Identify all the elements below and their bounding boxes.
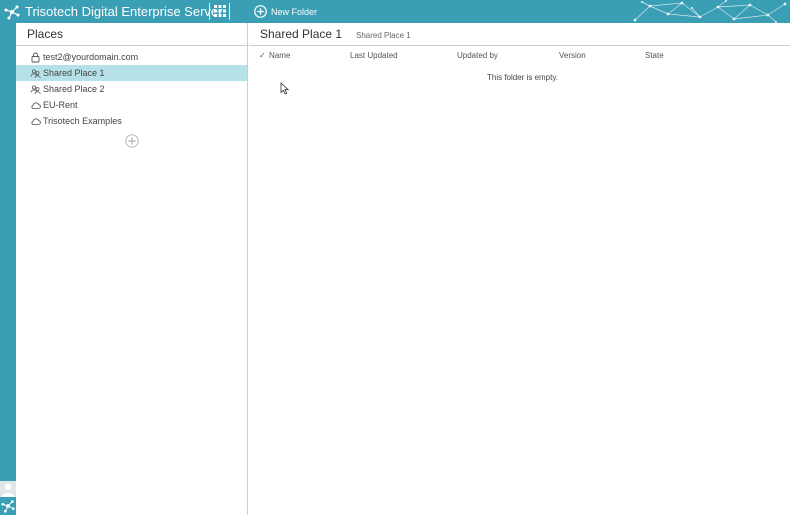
places-heading: Places — [16, 23, 247, 46]
divider — [209, 3, 210, 20]
place-item-shared-place-2[interactable]: Shared Place 2 — [16, 81, 247, 97]
column-headers: ✓ Name Last Updated Updated by Version S… — [249, 46, 790, 62]
place-label: test2@yourdomain.com — [43, 52, 139, 62]
new-folder-button[interactable]: New Folder — [254, 3, 317, 20]
folder-header: Shared Place 1 Shared Place 1 — [249, 23, 790, 46]
user-avatar[interactable] — [0, 481, 16, 497]
trisotech-logo-icon[interactable] — [1, 499, 15, 513]
column-state[interactable]: State — [645, 51, 664, 60]
top-bar: Trisotech Digital Enterprise Server New … — [0, 0, 790, 23]
user-icon — [1, 483, 15, 497]
place-item-eu-rent[interactable]: EU-Rent — [16, 97, 247, 113]
divider — [229, 3, 230, 20]
place-item-trisotech-examples[interactable]: Trisotech Examples — [16, 113, 247, 129]
shared-users-icon — [30, 68, 41, 78]
places-panel: Places test2@yourdomain.com Shared Place… — [16, 23, 248, 515]
cloud-icon — [31, 117, 41, 125]
network-pattern-decoration — [633, 0, 787, 23]
lock-icon — [31, 52, 40, 62]
mouse-cursor-icon — [280, 82, 290, 95]
app-title: Trisotech Digital Enterprise Server — [25, 4, 223, 19]
place-label: EU-Rent — [43, 100, 78, 110]
empty-folder-message: This folder is empty. — [487, 73, 558, 82]
new-folder-label: New Folder — [271, 6, 318, 17]
column-last-updated[interactable]: Last Updated — [350, 51, 398, 60]
left-rail — [0, 23, 16, 515]
place-label: Shared Place 2 — [43, 84, 105, 94]
column-name[interactable]: Name — [269, 51, 290, 60]
apps-grid-icon[interactable] — [214, 5, 226, 17]
trisotech-logo-icon[interactable] — [4, 4, 20, 20]
page-title: Shared Place 1 — [260, 27, 343, 41]
places-list: test2@yourdomain.com Shared Place 1 Shar… — [16, 46, 247, 129]
add-place-button[interactable] — [125, 134, 139, 148]
cloud-icon — [31, 101, 41, 109]
place-label: Trisotech Examples — [43, 116, 122, 126]
shared-users-icon — [30, 84, 41, 94]
plus-circle-icon — [254, 5, 267, 18]
place-label: Shared Place 1 — [43, 68, 105, 78]
place-item-shared-place-1[interactable]: Shared Place 1 — [16, 65, 247, 81]
column-updated-by[interactable]: Updated by — [457, 51, 498, 60]
column-version[interactable]: Version — [559, 51, 586, 60]
sort-check-icon: ✓ — [259, 51, 266, 60]
folder-content: Shared Place 1 Shared Place 1 ✓ Name Las… — [249, 23, 790, 515]
place-item-personal[interactable]: test2@yourdomain.com — [16, 49, 247, 65]
breadcrumb[interactable]: Shared Place 1 — [356, 31, 411, 40]
